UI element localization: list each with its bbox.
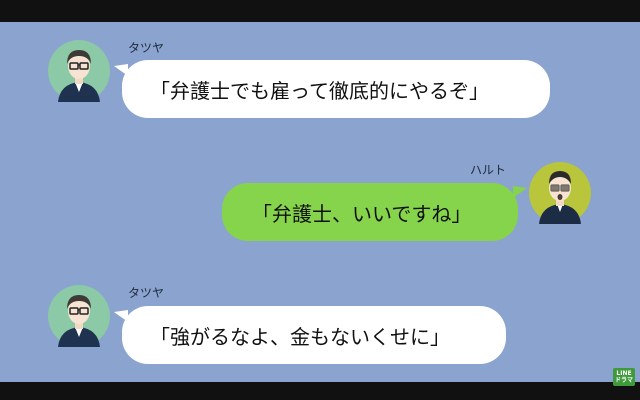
avatar-tatsuya[interactable] [48,40,110,102]
message-bubble[interactable]: 「弁護士、いいですね」 [222,183,518,241]
channel-logo: LINE ドラマ [613,368,635,386]
sender-name: タツヤ [128,41,165,55]
message-text: 「弁護士、いいですね」 [252,201,472,226]
message-text: 「強がるなよ、金もないくせに」 [150,324,450,349]
message-bubble[interactable]: 「強がるなよ、金もないくせに」 [122,306,506,364]
letterbox-bottom [0,382,640,400]
letterbox-top [0,0,640,22]
message-bubble[interactable]: 「弁護士でも雇って徹底的にやるぞ」 [122,60,550,118]
avatar-tatsuya[interactable] [48,285,110,347]
sender-name: ハルト [470,163,507,177]
avatar-haruto[interactable] [529,162,591,224]
chat-area: タツヤ 「弁護士でも雇って徹底的にやるぞ」 ハルト 「弁護士、いいですね」 タツ… [0,22,640,382]
logo-line2: ドラマ [614,377,633,384]
message-text: 「弁護士でも雇って徹底的にやるぞ」 [150,78,489,103]
sender-name: タツヤ [128,286,165,300]
logo-line1: LINE [616,370,632,377]
